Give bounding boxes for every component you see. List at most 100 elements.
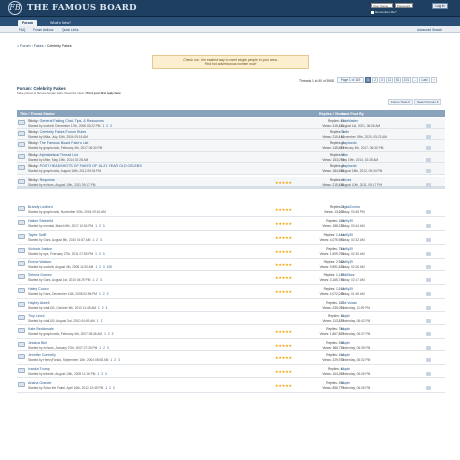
- thread-title[interactable]: Emma Watson: [28, 260, 51, 264]
- checkbox-icon[interactable]: [371, 10, 374, 14]
- thread-title[interactable]: Jennifer Connelly: [28, 353, 56, 357]
- go-to-last-post-icon[interactable]: [426, 386, 431, 390]
- thread-title-link[interactable]: Tiny Leoni: [28, 314, 44, 318]
- thread-page-link[interactable]: 2: [109, 386, 111, 390]
- thread-title-link[interactable]: Haley Cuoco: [28, 287, 49, 291]
- page-button[interactable]: 51: [394, 77, 401, 83]
- thread-page-link[interactable]: 2: [96, 238, 98, 242]
- go-to-last-post-icon[interactable]: [426, 372, 431, 376]
- subnav-faq[interactable]: FAQ: [19, 28, 25, 32]
- thread-title[interactable]: Sticky: Requests: [28, 178, 55, 182]
- thread-page-link[interactable]: 3: [110, 124, 112, 128]
- thread-title[interactable]: Haley Cuoco: [28, 287, 49, 291]
- go-to-last-post-icon[interactable]: [426, 306, 431, 310]
- go-to-last-post-icon[interactable]: [426, 158, 431, 162]
- password-input[interactable]: Password: [395, 3, 413, 8]
- thread-title-link[interactable]: Ivanka Trump: [28, 367, 50, 371]
- thread-page-link[interactable]: 1: [95, 224, 97, 228]
- thread-page-link[interactable]: 2: [101, 319, 103, 323]
- col-title[interactable]: Title / Thread Starter: [20, 112, 55, 116]
- col-last-post[interactable]: Last Post By: [342, 112, 364, 116]
- thread-title-link[interactable]: Taylor Swift: [28, 233, 46, 237]
- thread-title[interactable]: Selena Gomez: [28, 273, 52, 277]
- thread-page-link[interactable]: 3: [105, 372, 107, 376]
- login-button[interactable]: Log in: [432, 2, 448, 9]
- thread-title[interactable]: Tiny Leoni: [28, 314, 44, 318]
- thread-title-link[interactable]: Requests: [40, 178, 55, 182]
- thread-page-link[interactable]: 3: [107, 292, 109, 296]
- search-forum-button[interactable]: Search Forum ▾: [414, 99, 442, 105]
- thread-page-link[interactable]: 100: [107, 265, 112, 269]
- thread-title[interactable]: Taylor Swift: [28, 233, 46, 237]
- thread-page-link[interactable]: 1: [105, 386, 107, 390]
- thread-page-link[interactable]: 3: [106, 306, 108, 310]
- thread-page-link[interactable]: 3: [103, 265, 105, 269]
- thread-page-link[interactable]: 1: [104, 332, 106, 336]
- thread-page-link[interactable]: 2: [108, 332, 110, 336]
- thread-title-link[interactable]: Emma Watson: [28, 260, 51, 264]
- thread-title-link[interactable]: Hayley Atwell: [28, 301, 49, 305]
- page-button[interactable]: ...: [412, 77, 418, 83]
- thread-title-link[interactable]: Brandy Ledford: [28, 205, 53, 209]
- go-to-last-post-icon[interactable]: [426, 210, 431, 214]
- go-to-last-post-icon[interactable]: [426, 265, 431, 269]
- forum-description-link[interactable]: Post your first reply here: [86, 91, 121, 95]
- thread-page-link[interactable]: 2: [114, 358, 116, 362]
- thread-page-link[interactable]: 2: [101, 372, 103, 376]
- thread-title[interactable]: Brandy Ledford: [28, 205, 53, 209]
- page-button[interactable]: 2: [372, 77, 378, 83]
- go-to-last-post-icon[interactable]: [426, 319, 431, 323]
- last-page-button[interactable]: Last: [419, 77, 430, 83]
- thread-title[interactable]: Jessica Biel: [28, 341, 47, 345]
- thread-title[interactable]: Hailee Steinfeld: [28, 219, 53, 223]
- breadcrumb-fakes[interactable]: Fakes: [34, 44, 44, 48]
- go-to-last-post-icon[interactable]: [426, 358, 431, 362]
- thread-page-link[interactable]: 2: [103, 346, 105, 350]
- site-logo-text[interactable]: THE FAMOUS BOARD: [27, 3, 137, 13]
- thread-title[interactable]: Sticky: The Famous Board Fake's List: [28, 141, 88, 145]
- thread-page-link[interactable]: 1: [110, 358, 112, 362]
- thread-title[interactable]: Hayley Atwell: [28, 301, 49, 305]
- breadcrumb-forum[interactable]: Forum: [20, 44, 30, 48]
- forum-tools-button[interactable]: Forum Tools ▾: [388, 99, 413, 105]
- go-to-last-post-icon[interactable]: [426, 169, 431, 173]
- thread-title-link[interactable]: Ariana Grande: [28, 381, 51, 385]
- thread-title-link[interactable]: Victoria Justice: [28, 247, 52, 251]
- thread-title-link[interactable]: Alphabetical Thread List: [39, 153, 78, 157]
- subnav-quick-links[interactable]: Quick Links: [62, 28, 78, 32]
- next-page-icon[interactable]: ›: [431, 77, 437, 83]
- thread-title[interactable]: Ariana Grande: [28, 381, 51, 385]
- thread-page-link[interactable]: 2: [99, 265, 101, 269]
- thread-page-link[interactable]: 3: [118, 358, 120, 362]
- thread-page-link[interactable]: 3: [103, 252, 105, 256]
- advanced-search-link[interactable]: Advanced Search: [417, 28, 442, 32]
- subnav-forum-actions[interactable]: Forum Actions: [33, 28, 53, 32]
- thread-page-link[interactable]: 1: [98, 306, 100, 310]
- thread-page-link[interactable]: 1: [99, 346, 101, 350]
- thread-page-link[interactable]: 1: [95, 252, 97, 256]
- notice-banner[interactable]: Check out , the easiest way to meet sing…: [152, 55, 309, 69]
- thread-title-link[interactable]: General Faking Chat, Tips, & Resources: [40, 119, 104, 123]
- thread-title-link[interactable]: Kate Beckinsale: [28, 327, 54, 331]
- thread-title[interactable]: Ivanka Trump: [28, 367, 50, 371]
- thread-page-link[interactable]: 3: [103, 224, 105, 228]
- thread-page-link[interactable]: 1: [97, 372, 99, 376]
- go-to-last-post-icon[interactable]: [426, 238, 431, 242]
- pagination-label[interactable]: Page 1 of 119: [337, 77, 364, 83]
- go-to-last-post-icon[interactable]: [426, 124, 431, 128]
- thread-title[interactable]: Sticky: POST HEADSHOTS OF FAKES OF 16-21…: [28, 164, 142, 168]
- thread-title-link[interactable]: POST HEADSHOTS OF FAKES OF 16-21 YEAR OL…: [40, 164, 142, 168]
- go-to-last-post-icon[interactable]: [426, 278, 431, 282]
- thread-page-link[interactable]: 1: [99, 292, 101, 296]
- page-button[interactable]: 11: [386, 77, 393, 83]
- thread-page-link[interactable]: 2: [103, 292, 105, 296]
- thread-title-link[interactable]: The Famous Board Fake's List: [40, 141, 89, 145]
- thread-page-link[interactable]: 1: [97, 319, 99, 323]
- remember-me-checkbox[interactable]: Remember Me?: [371, 10, 397, 14]
- thread-title[interactable]: Victoria Justice: [28, 247, 52, 251]
- thread-title[interactable]: Sticky: Celebrity Fakes Forum Rules: [28, 130, 86, 134]
- username-input[interactable]: User Name: [371, 3, 393, 8]
- logo-monogram[interactable]: FB: [8, 1, 22, 15]
- page-button[interactable]: 3: [379, 77, 385, 83]
- thread-title[interactable]: Kate Beckinsale: [28, 327, 54, 331]
